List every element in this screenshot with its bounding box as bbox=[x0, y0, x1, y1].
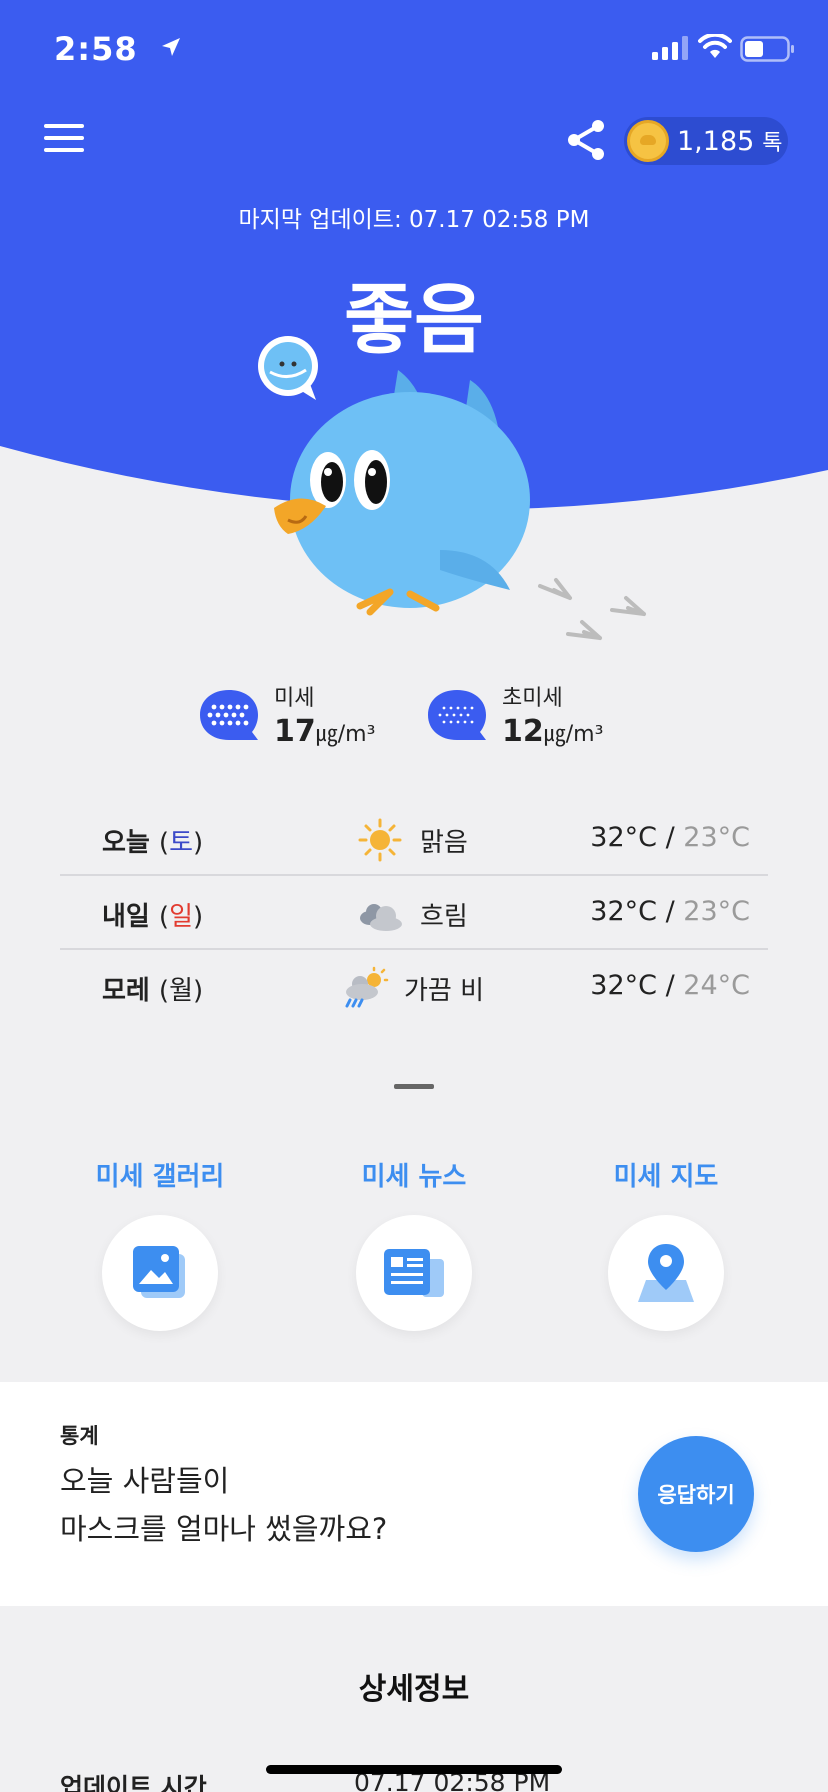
forecast-low: 23°C bbox=[683, 822, 750, 853]
details-title: 상세정보 bbox=[358, 1672, 470, 1707]
forecast-weekday: 토 bbox=[169, 828, 193, 858]
ultrafine-dust-icon bbox=[428, 689, 486, 740]
coin-icon bbox=[627, 120, 669, 162]
forecast-condition: 맑음 bbox=[420, 828, 468, 858]
forecast-low: 24°C bbox=[683, 970, 750, 1001]
ultrafine-dust-value: 12 bbox=[502, 714, 544, 749]
gallery-icon bbox=[133, 1246, 185, 1298]
fine-dust-unit: ㎍/m³ bbox=[315, 722, 376, 747]
ultrafine-dust-label: 초미세 bbox=[502, 686, 563, 711]
stats-question-line1: 오늘 사람들이 bbox=[60, 1464, 230, 1498]
forecast-high: 32°C bbox=[590, 970, 658, 1001]
status-bar: 2:58 bbox=[0, 0, 828, 100]
respond-button[interactable]: 응답하기 bbox=[638, 1436, 754, 1552]
forecast-weekday: 일 bbox=[169, 902, 193, 932]
fine-dust-reading: 미세 17㎍/m³ bbox=[198, 680, 375, 749]
location-arrow-icon bbox=[162, 38, 180, 56]
sun-icon bbox=[358, 818, 402, 862]
map-link[interactable]: 미세 지도 bbox=[576, 1156, 756, 1331]
rain-icon bbox=[345, 966, 389, 1008]
coin-unit: 톡 bbox=[762, 131, 783, 156]
menu-button[interactable] bbox=[44, 124, 84, 156]
signal-icon bbox=[652, 36, 688, 60]
cloud-icon bbox=[360, 904, 402, 931]
map-label: 미세 지도 bbox=[613, 1162, 719, 1192]
temp-separator: / bbox=[657, 896, 684, 927]
forecast-condition: 흐림 bbox=[420, 902, 468, 932]
fine-dust-label: 미세 bbox=[274, 686, 315, 711]
forecast-day: 내일 bbox=[102, 902, 150, 932]
last-update-text: 마지막 업데이트: 07.17 02:58 PM bbox=[238, 207, 590, 233]
stats-card: 통계 오늘 사람들이 마스크를 얼마나 썼을까요? 응답하기 bbox=[0, 1382, 828, 1606]
coin-count: 1,185 bbox=[677, 125, 755, 157]
forecast-condition: 가끔 비 bbox=[404, 976, 485, 1006]
speech-bubble-icon bbox=[258, 336, 318, 400]
forecast-row-tomorrow: 내일 (일) 흐림 32°C / 23°C bbox=[60, 876, 768, 950]
forecast-high: 32°C bbox=[590, 896, 658, 927]
forecast-low: 23°C bbox=[683, 896, 750, 927]
forecast-day: 모레 bbox=[102, 976, 150, 1006]
forecast-table: 오늘 (토) 맑음 32°C / 23°C 내일 (일) 흐림 32°C / 2… bbox=[60, 802, 768, 1024]
fine-dust-value: 17 bbox=[274, 714, 316, 749]
forecast-day: 오늘 bbox=[102, 828, 150, 858]
news-label: 미세 뉴스 bbox=[361, 1162, 467, 1192]
home-indicator[interactable] bbox=[266, 1765, 562, 1774]
status-time: 2:58 bbox=[54, 30, 138, 68]
stats-question-line2: 마스크를 얼마나 썼을까요? bbox=[60, 1512, 388, 1546]
bird-mascot-icon bbox=[258, 336, 646, 640]
ultrafine-dust-unit: ㎍/m³ bbox=[543, 722, 604, 747]
temp-separator: / bbox=[657, 970, 684, 1001]
sheet-handle[interactable] bbox=[394, 1084, 434, 1089]
forecast-high: 32°C bbox=[590, 822, 658, 853]
update-time-label: 업데이트 시간 bbox=[60, 1773, 207, 1792]
wifi-icon bbox=[698, 34, 732, 58]
stats-category: 통계 bbox=[60, 1424, 99, 1448]
ultrafine-dust-reading: 초미세 12㎍/m³ bbox=[426, 680, 603, 749]
coin-balance-button[interactable]: 1,185 톡 bbox=[624, 117, 788, 165]
forecast-weekday: 월 bbox=[169, 976, 193, 1006]
gallery-label: 미세 갤러리 bbox=[95, 1162, 225, 1192]
share-icon[interactable] bbox=[564, 118, 608, 162]
forecast-row-day-after: 모레 (월) 가끔 비 32°C / 24°C bbox=[60, 950, 768, 1024]
fine-dust-icon bbox=[200, 689, 258, 740]
news-icon bbox=[384, 1249, 444, 1297]
forecast-row-today: 오늘 (토) 맑음 32°C / 23°C bbox=[60, 802, 768, 876]
gallery-link[interactable]: 미세 갤러리 bbox=[70, 1156, 250, 1331]
map-pin-icon bbox=[638, 1244, 694, 1302]
news-link[interactable]: 미세 뉴스 bbox=[324, 1156, 504, 1331]
battery-icon bbox=[740, 36, 794, 62]
temp-separator: / bbox=[657, 822, 684, 853]
